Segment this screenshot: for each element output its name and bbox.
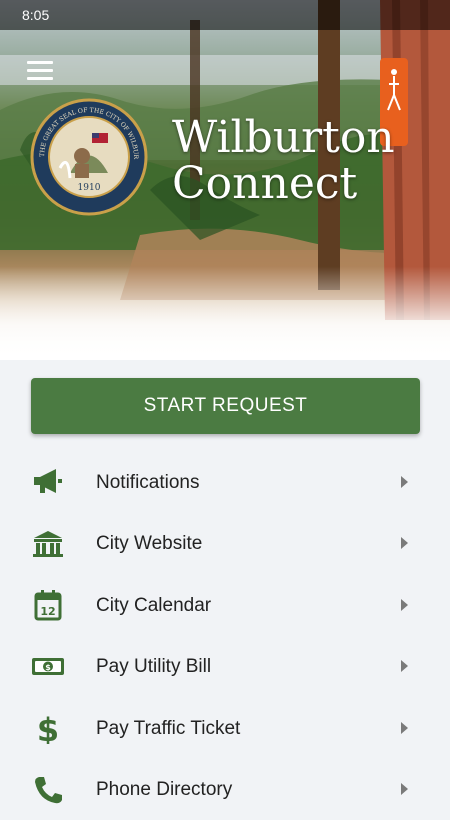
money-bill-icon: $ — [32, 658, 64, 676]
chevron-right-icon — [401, 537, 408, 550]
dollar-sign-icon: $ — [37, 712, 59, 744]
menu-item-pay-traffic-ticket[interactable]: $ Pay Traffic Ticket — [0, 698, 450, 759]
city-hall-icon — [33, 531, 63, 558]
svg-text:$: $ — [37, 712, 59, 744]
header-banner: 1910 THE GREAT SEAL OF THE CITY OF WILBU… — [0, 0, 450, 360]
menu-item-phone-directory[interactable]: Phone Directory — [0, 759, 450, 820]
megaphone-icon — [34, 469, 62, 493]
chevron-right-icon — [401, 598, 408, 611]
menu-item-label: Pay Traffic Ticket — [96, 717, 241, 739]
status-bar: 8:05 — [0, 0, 450, 30]
chevron-right-icon — [401, 721, 408, 734]
menu-item-city-website[interactable]: City Website — [0, 513, 450, 574]
hamburger-menu-icon[interactable] — [27, 61, 53, 81]
app-title: Wilburton Connect — [172, 115, 395, 207]
main-content: START REQUEST Notifications City Website — [0, 360, 450, 804]
menu-item-city-calendar[interactable]: 12 City Calendar — [0, 575, 450, 636]
app-title-line1: Wilburton — [172, 112, 395, 163]
menu-list: Notifications City Website 12 City Calen… — [0, 452, 450, 820]
svg-text:$: $ — [45, 663, 51, 672]
app-title-line2: Connect — [172, 158, 358, 209]
city-seal-logo: 1910 THE GREAT SEAL OF THE CITY OF WILBU… — [30, 98, 148, 216]
status-time: 8:05 — [22, 7, 50, 23]
menu-item-label: City Calendar — [96, 594, 212, 616]
phone-icon — [35, 776, 62, 804]
svg-text:12: 12 — [40, 605, 55, 618]
menu-item-label: Pay Utility Bill — [96, 656, 212, 678]
menu-item-notifications[interactable]: Notifications — [0, 452, 450, 513]
svg-text:1910: 1910 — [78, 183, 101, 193]
menu-item-label: Notifications — [96, 472, 200, 493]
chevron-right-icon — [401, 476, 408, 488]
chevron-right-icon — [401, 782, 408, 795]
menu-item-pay-utility-bill[interactable]: $ Pay Utility Bill — [0, 636, 450, 697]
start-request-button[interactable]: START REQUEST — [31, 378, 420, 434]
menu-item-label: Phone Directory — [96, 778, 233, 800]
menu-item-label: City Website — [96, 533, 203, 555]
calendar-icon: 12 — [34, 589, 62, 621]
chevron-right-icon — [401, 660, 408, 673]
